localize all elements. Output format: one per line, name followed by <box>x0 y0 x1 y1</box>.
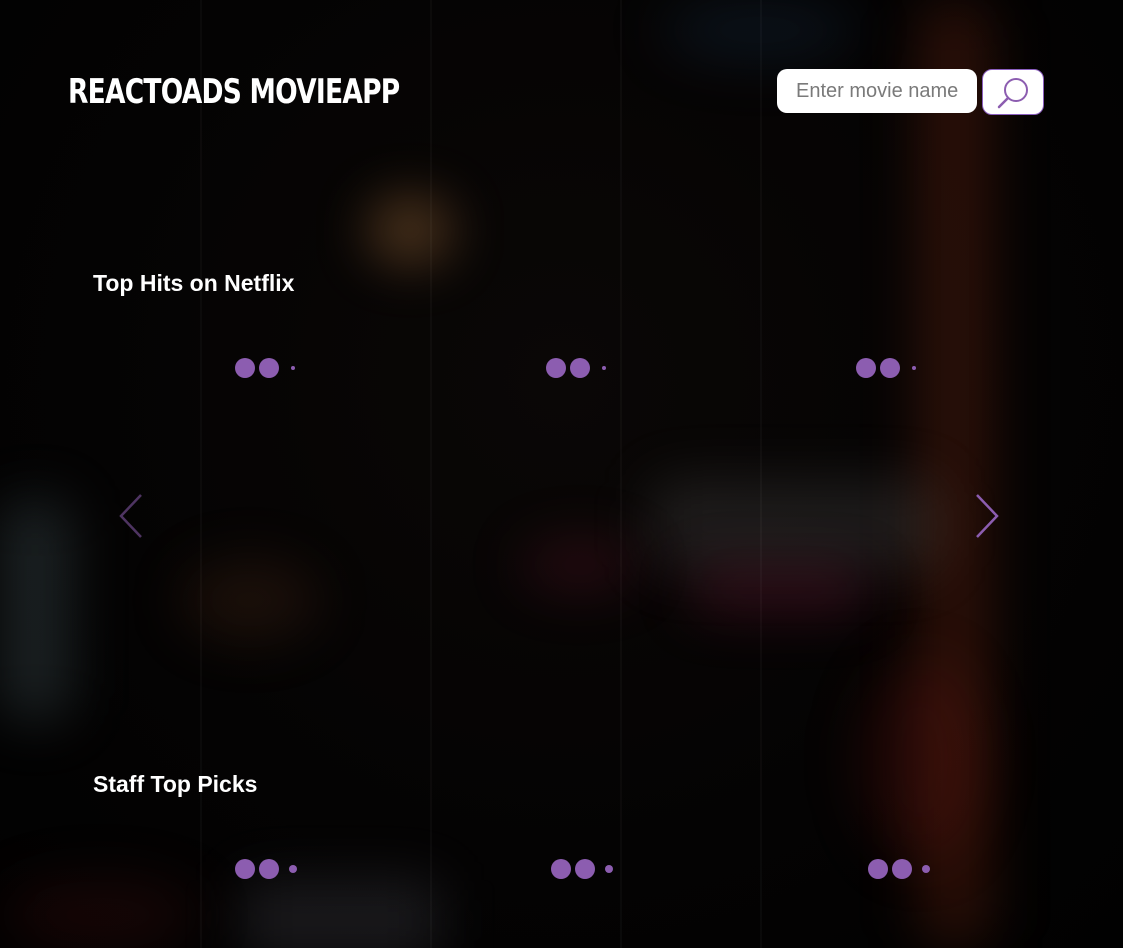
search-input[interactable] <box>777 69 977 113</box>
app-logo[interactable]: REACTOADS MOVIEAPP <box>68 70 400 114</box>
section-title-staff-picks: Staff Top Picks <box>93 771 258 797</box>
header: REACTOADS MOVIEAPP <box>0 0 1123 180</box>
carousel-prev-button[interactable] <box>117 492 147 542</box>
search-button[interactable] <box>982 69 1044 115</box>
search-icon <box>997 78 1028 109</box>
section-title-top-hits: Top Hits on Netflix <box>93 270 295 296</box>
chevron-left-icon <box>119 494 142 538</box>
chevron-right-icon <box>976 494 999 538</box>
carousel-next-button[interactable] <box>972 492 1002 542</box>
